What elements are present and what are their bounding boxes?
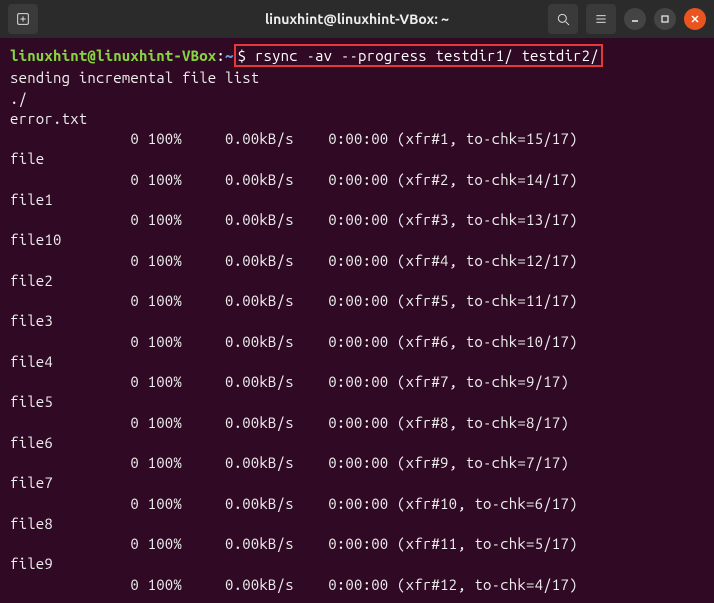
file-name-line: file9: [10, 554, 704, 574]
file-progress-line: 0 100% 0.00kB/s 0:00:00 (xfr#4, to-chk=1…: [10, 251, 704, 271]
file-name-line: file4: [10, 352, 704, 372]
file-name-line: file1: [10, 190, 704, 210]
file-list: error.txt 0 100% 0.00kB/s 0:00:00 (xfr#1…: [10, 109, 704, 595]
output-header: sending incremental file list: [10, 68, 704, 88]
file-name-line: error.txt: [10, 109, 704, 129]
command-highlight: $ rsync -av --progress testdir1/ testdir…: [234, 44, 603, 67]
file-progress-line: 0 100% 0.00kB/s 0:00:00 (xfr#3, to-chk=1…: [10, 210, 704, 230]
search-button[interactable]: [548, 4, 578, 34]
file-name-line: file8: [10, 514, 704, 534]
file-progress-line: 0 100% 0.00kB/s 0:00:00 (xfr#12, to-chk=…: [10, 575, 704, 595]
file-progress-line: 0 100% 0.00kB/s 0:00:00 (xfr#1, to-chk=1…: [10, 129, 704, 149]
prompt-path: ~: [225, 47, 234, 64]
output-dot: ./: [10, 89, 704, 109]
titlebar: linuxhint@linuxhint-VBox: ~: [0, 0, 714, 38]
prompt-line: linuxhint@linuxhint-VBox:~$ rsync -av --…: [10, 46, 704, 66]
window-title: linuxhint@linuxhint-VBox: ~: [265, 11, 449, 27]
file-progress-line: 0 100% 0.00kB/s 0:00:00 (xfr#5, to-chk=1…: [10, 291, 704, 311]
file-progress-line: 0 100% 0.00kB/s 0:00:00 (xfr#11, to-chk=…: [10, 534, 704, 554]
prompt-userhost: linuxhint@linuxhint-VBox: [10, 47, 216, 64]
file-name-line: file7: [10, 473, 704, 493]
titlebar-controls: [548, 4, 706, 34]
file-progress-line: 0 100% 0.00kB/s 0:00:00 (xfr#2, to-chk=1…: [10, 170, 704, 190]
file-name-line: file10: [10, 230, 704, 250]
menu-button[interactable]: [586, 4, 616, 34]
file-name-line: file5: [10, 392, 704, 412]
file-name-line: file2: [10, 271, 704, 291]
new-tab-button[interactable]: [8, 4, 38, 34]
prompt-symbol: $: [238, 47, 247, 64]
terminal-body[interactable]: linuxhint@linuxhint-VBox:~$ rsync -av --…: [0, 38, 714, 603]
file-progress-line: 0 100% 0.00kB/s 0:00:00 (xfr#10, to-chk=…: [10, 494, 704, 514]
minimize-button[interactable]: [624, 8, 646, 30]
file-name-line: file: [10, 149, 704, 169]
file-name-line: file6: [10, 433, 704, 453]
file-progress-line: 0 100% 0.00kB/s 0:00:00 (xfr#7, to-chk=9…: [10, 372, 704, 392]
file-progress-line: 0 100% 0.00kB/s 0:00:00 (xfr#9, to-chk=7…: [10, 453, 704, 473]
maximize-button[interactable]: [654, 8, 676, 30]
prompt-colon: :: [216, 47, 225, 64]
close-button[interactable]: [684, 8, 706, 30]
command-text: rsync -av --progress testdir1/ testdir2/: [255, 47, 599, 64]
file-progress-line: 0 100% 0.00kB/s 0:00:00 (xfr#6, to-chk=1…: [10, 332, 704, 352]
file-name-line: file3: [10, 311, 704, 331]
file-progress-line: 0 100% 0.00kB/s 0:00:00 (xfr#8, to-chk=8…: [10, 413, 704, 433]
